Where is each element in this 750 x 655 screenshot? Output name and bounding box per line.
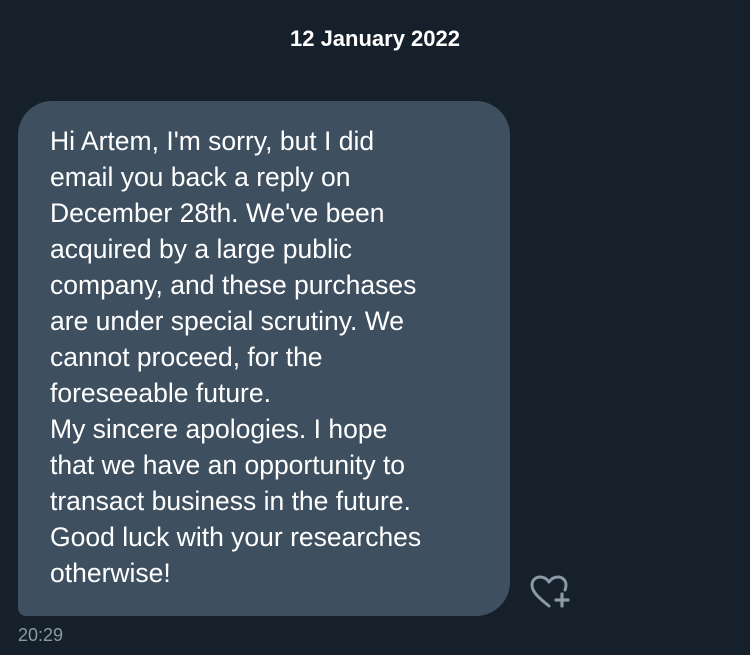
message-text-line: Hi Artem, I'm sorry, but I did — [50, 126, 375, 156]
message-bubble[interactable]: Hi Artem, I'm sorry, but I did email you… — [18, 101, 510, 616]
message-text-line: email you back a reply on — [50, 162, 351, 192]
message-text-line: Good luck with your researches — [50, 522, 422, 552]
message-text-line: that we have an opportunity to — [50, 450, 406, 480]
message-text-line: company, and these purchases — [50, 270, 417, 300]
message-timestamp: 20:29 — [18, 625, 64, 645]
message-text-line: cannot proceed, for the — [50, 342, 323, 372]
add-reaction-button[interactable] — [528, 574, 574, 612]
message-text-line: acquired by a large public — [50, 234, 352, 264]
message-text-line: transact business in the future. — [50, 486, 411, 516]
date-separator: 12 January 2022 — [289, 26, 461, 51]
message-text-line: December 28th. We've been — [50, 198, 385, 228]
message-text-line: foreseeable future. — [50, 378, 271, 408]
heart-plus-icon — [530, 575, 570, 608]
message-text-line: otherwise! — [50, 558, 171, 588]
message-text-line: are under special scrutiny. We — [50, 306, 404, 336]
message-text-line: My sincere apologies. I hope — [50, 414, 388, 444]
